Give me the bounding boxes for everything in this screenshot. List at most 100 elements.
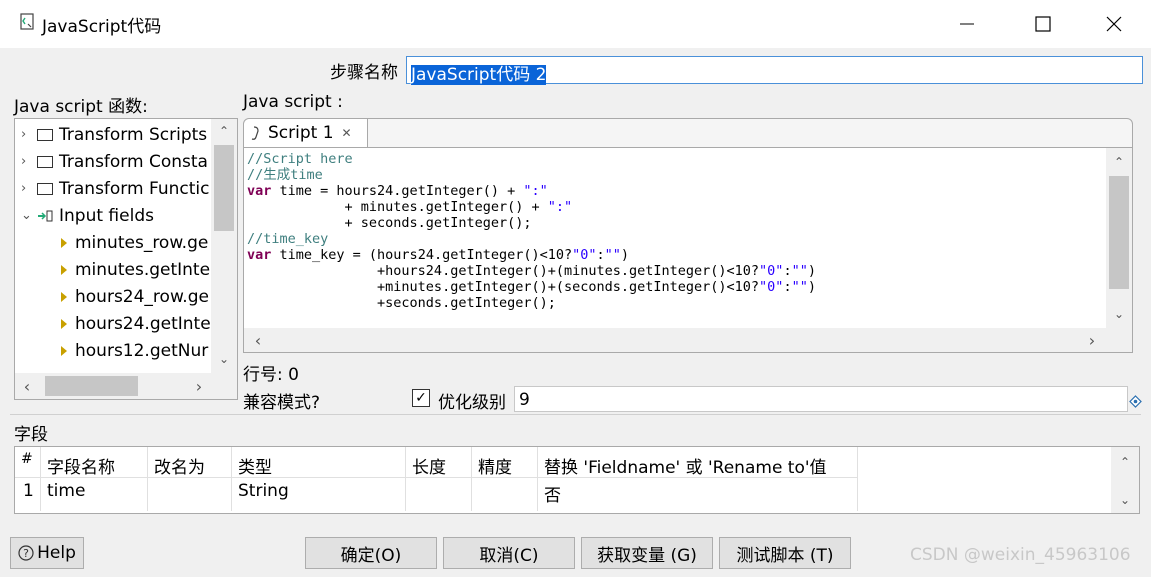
- field-arrow-icon: [61, 264, 67, 275]
- close-button[interactable]: [1094, 4, 1134, 44]
- folder-icon: [37, 182, 53, 195]
- compat-mode-label: 兼容模式?: [243, 393, 321, 413]
- functions-panel-label: Java script 函数:: [14, 97, 148, 117]
- script-vertical-scrollbar[interactable]: ⌃ ⌄: [1106, 148, 1132, 328]
- scroll-left-icon[interactable]: ‹: [17, 373, 37, 399]
- tree-item-transform-functions[interactable]: › Transform Functic: [21, 175, 209, 202]
- step-name-input[interactable]: JavaScript代码 2: [406, 56, 1143, 85]
- cancel-button[interactable]: 取消(C): [443, 537, 575, 569]
- chevron-right-icon: ›: [21, 127, 27, 142]
- tree-item-label: hours24.getInte: [75, 313, 211, 334]
- column-header[interactable]: 替换 'Fieldname' 或 'Rename to'值: [544, 453, 827, 478]
- compat-mode-checkbox[interactable]: ✓: [412, 389, 430, 407]
- field-arrow-icon: [61, 318, 67, 329]
- tree-item-field[interactable]: minutes_row.ge: [61, 229, 208, 256]
- code-line: +seconds.getInteger();: [247, 295, 556, 311]
- column-header[interactable]: 字段名称: [47, 453, 115, 478]
- column-header[interactable]: 改名为: [154, 453, 205, 478]
- line-number-label: 行号: 0: [243, 365, 299, 385]
- tree-item-label: Transform Consta: [59, 151, 208, 172]
- scroll-up-icon[interactable]: ⌃: [211, 121, 237, 141]
- fields-table[interactable]: # 字段名称 改名为 类型 长度 精度 替换 'Fieldname' 或 'Re…: [14, 446, 1140, 514]
- ok-button-label: 确定(O): [340, 545, 402, 566]
- scroll-down-icon[interactable]: ⌄: [211, 349, 237, 369]
- variable-hint-icon[interactable]: [1129, 393, 1142, 408]
- tree-item-input-fields[interactable]: ⌄ Input fields: [21, 202, 154, 229]
- get-variables-button[interactable]: 获取变量 (G): [581, 537, 713, 569]
- code-line: + seconds.getInteger();: [247, 215, 532, 231]
- scrollbar-thumb[interactable]: [45, 376, 138, 396]
- minimize-button[interactable]: [947, 4, 987, 44]
- field-arrow-icon: [61, 345, 67, 356]
- script-horizontal-scrollbar[interactable]: ‹ ›: [244, 328, 1132, 352]
- code-line: //Script here: [247, 151, 353, 167]
- get-variables-button-label: 获取变量 (G): [597, 545, 697, 566]
- tree-item-transform-scripts[interactable]: › Transform Scripts: [21, 121, 207, 148]
- fields-vertical-scrollbar[interactable]: ⌃ ⌄: [1111, 447, 1139, 513]
- scroll-up-icon[interactable]: ⌃: [1106, 152, 1132, 172]
- functions-tree[interactable]: › Transform Scripts › Transform Consta ›…: [14, 118, 238, 400]
- optimize-level-value: 9: [519, 390, 530, 410]
- optimize-level-input[interactable]: 9: [514, 386, 1128, 412]
- svg-text:?: ?: [23, 547, 29, 560]
- scrollbar-thumb[interactable]: [214, 145, 234, 231]
- scroll-down-icon[interactable]: ⌄: [1106, 304, 1132, 324]
- column-header[interactable]: 类型: [238, 453, 272, 478]
- script-code[interactable]: //Script here //生成time var time = hours2…: [247, 151, 816, 311]
- maximize-icon: [1035, 16, 1051, 32]
- tree-item-label: Transform Functic: [59, 178, 210, 199]
- test-script-button-label: 测试脚本 (T): [736, 545, 834, 566]
- field-arrow-icon: [61, 291, 67, 302]
- tree-item-field[interactable]: minutes.getInte: [61, 256, 210, 283]
- fields-section-label: 字段: [14, 425, 48, 445]
- column-header[interactable]: 长度: [412, 453, 446, 478]
- scroll-right-icon[interactable]: ›: [1082, 328, 1102, 352]
- field-name-cell[interactable]: time: [47, 481, 85, 501]
- tree-item-label: hours12.getNur: [75, 340, 209, 361]
- code-line: var time = hours24.getInteger() + ":": [247, 183, 548, 199]
- folder-icon: [37, 155, 53, 168]
- chevron-right-icon: ›: [21, 181, 27, 196]
- functions-horizontal-scrollbar[interactable]: ‹ ›: [15, 373, 237, 399]
- ok-button[interactable]: 确定(O): [305, 537, 437, 569]
- script-panel-label: Java script :: [243, 92, 343, 112]
- close-icon: [1106, 16, 1122, 32]
- tree-item-label: Input fields: [59, 205, 154, 226]
- step-name-value: JavaScript代码 2: [411, 65, 547, 85]
- maximize-button[interactable]: [1023, 4, 1063, 44]
- checkmark-icon: ✓: [415, 390, 427, 406]
- tree-item-field[interactable]: hours24.getInte: [61, 310, 211, 337]
- cancel-button-label: 取消(C): [479, 545, 539, 566]
- scroll-down-icon[interactable]: ⌄: [1111, 489, 1139, 511]
- code-line: //time_key: [247, 231, 329, 247]
- functions-vertical-scrollbar[interactable]: ⌃ ⌄: [211, 119, 237, 373]
- column-header[interactable]: #: [21, 451, 33, 467]
- scroll-up-icon[interactable]: ⌃: [1111, 451, 1139, 473]
- functions-tree-viewport: › Transform Scripts › Transform Consta ›…: [15, 121, 211, 373]
- help-button-label: Help: [37, 543, 76, 563]
- field-replace-cell[interactable]: 否: [544, 481, 561, 506]
- code-line: var time_key = (hours24.getInteger()<10?…: [247, 247, 630, 263]
- tab-script-1[interactable]: Script 1 ✕: [244, 119, 368, 147]
- column-header[interactable]: 精度: [478, 453, 512, 478]
- tree-item-label: Transform Scripts: [59, 124, 208, 145]
- tree-item-label: minutes.getInte: [75, 259, 211, 280]
- javascript-step-icon: [20, 13, 34, 30]
- test-script-button[interactable]: 测试脚本 (T): [719, 537, 851, 569]
- script-editor-panel: Script 1 ✕ //Script here //生成time var ti…: [243, 118, 1133, 353]
- close-tab-icon[interactable]: ✕: [342, 126, 352, 140]
- field-type-cell[interactable]: String: [238, 481, 289, 501]
- row-number: 1: [23, 481, 34, 501]
- tree-item-field[interactable]: hours24_row.ge: [61, 283, 209, 310]
- scroll-left-icon[interactable]: ‹: [248, 328, 268, 352]
- help-button[interactable]: ? Help: [10, 537, 84, 569]
- title-bar: JavaScript代码: [0, 0, 1151, 48]
- folder-icon: [37, 128, 53, 141]
- scrollbar-thumb[interactable]: [1109, 176, 1129, 289]
- script-editor[interactable]: //Script here //生成time var time = hours2…: [244, 147, 1132, 352]
- tree-item-field[interactable]: hours12.getNur: [61, 337, 208, 364]
- scroll-right-icon[interactable]: ›: [189, 373, 209, 399]
- tree-item-label: minutes_row.ge: [75, 232, 209, 253]
- tree-item-transform-constants[interactable]: › Transform Consta: [21, 148, 208, 175]
- minimize-icon: [960, 23, 974, 25]
